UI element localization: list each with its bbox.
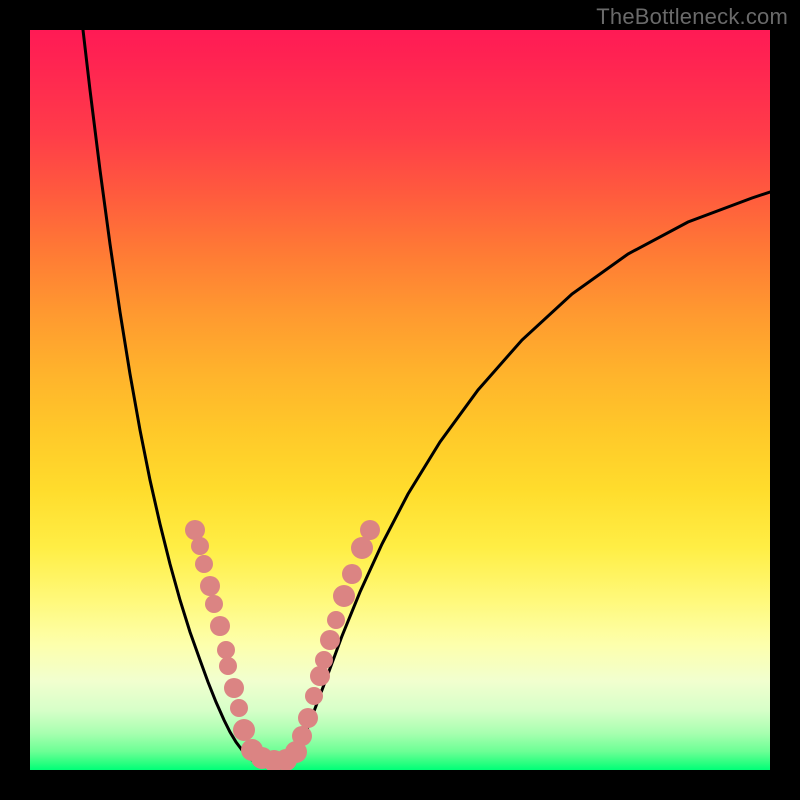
data-marker <box>305 687 323 705</box>
data-marker <box>230 699 248 717</box>
data-marker <box>310 666 330 686</box>
data-marker <box>351 537 373 559</box>
data-marker <box>342 564 362 584</box>
data-marker <box>191 537 209 555</box>
watermark-text: TheBottleneck.com <box>596 4 788 30</box>
data-marker <box>333 585 355 607</box>
data-marker <box>217 641 235 659</box>
marker-group <box>185 520 380 770</box>
data-marker <box>195 555 213 573</box>
data-marker <box>205 595 223 613</box>
data-marker <box>360 520 380 540</box>
data-marker <box>233 719 255 741</box>
bottleneck-curve <box>83 30 770 763</box>
data-marker <box>210 616 230 636</box>
data-marker <box>315 651 333 669</box>
chart-plot-area <box>30 30 770 770</box>
data-marker <box>185 520 205 540</box>
data-marker <box>327 611 345 629</box>
data-marker <box>224 678 244 698</box>
chart-svg <box>30 30 770 770</box>
data-marker <box>298 708 318 728</box>
data-marker <box>320 630 340 650</box>
data-marker <box>200 576 220 596</box>
data-marker <box>219 657 237 675</box>
data-marker <box>292 726 312 746</box>
